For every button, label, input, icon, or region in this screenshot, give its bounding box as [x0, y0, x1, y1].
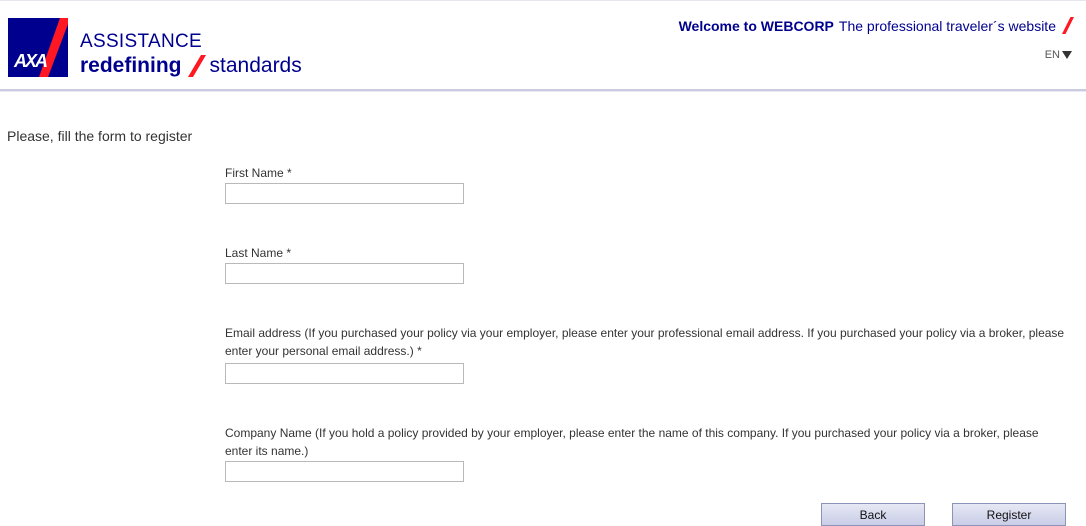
last-name-label: Last Name * [225, 246, 292, 260]
brand-name: ASSISTANCE [80, 31, 202, 52]
brand-tagline: redefining standards [80, 54, 302, 78]
tagline-bold: redefining [80, 54, 182, 77]
language-label: EN [1044, 49, 1060, 61]
tagline-rest: standards [209, 54, 302, 77]
company-name-label: Company Name (If you hold a policy provi… [225, 426, 1039, 458]
register-button[interactable]: Register [952, 503, 1066, 526]
welcome-text: The professional traveler´s website [838, 17, 1056, 34]
first-name-label: First Name * [225, 166, 292, 180]
company-name-input[interactable] [225, 461, 464, 482]
caret-down-icon [1062, 51, 1072, 59]
last-name-input[interactable] [225, 263, 464, 284]
red-slash-icon [187, 55, 206, 77]
email-label: Email address (If you purchased your pol… [225, 326, 1065, 358]
email-input[interactable] [225, 363, 464, 384]
logo-text: AXA [14, 51, 48, 71]
axa-logo[interactable]: AXA [8, 18, 68, 77]
first-name-input[interactable] [225, 183, 464, 204]
site-header: AXA ASSISTANCE redefining standards Welc… [0, 0, 1086, 91]
red-slash-icon [1062, 17, 1074, 34]
welcome-message: Welcome to WEBCORP The professional trav… [679, 17, 1074, 34]
form-intro: Please, fill the form to register [7, 128, 193, 144]
language-selector[interactable]: EN [1045, 49, 1072, 61]
back-button[interactable]: Back [821, 503, 925, 526]
welcome-bold: Welcome to WEBCORP [678, 17, 834, 34]
